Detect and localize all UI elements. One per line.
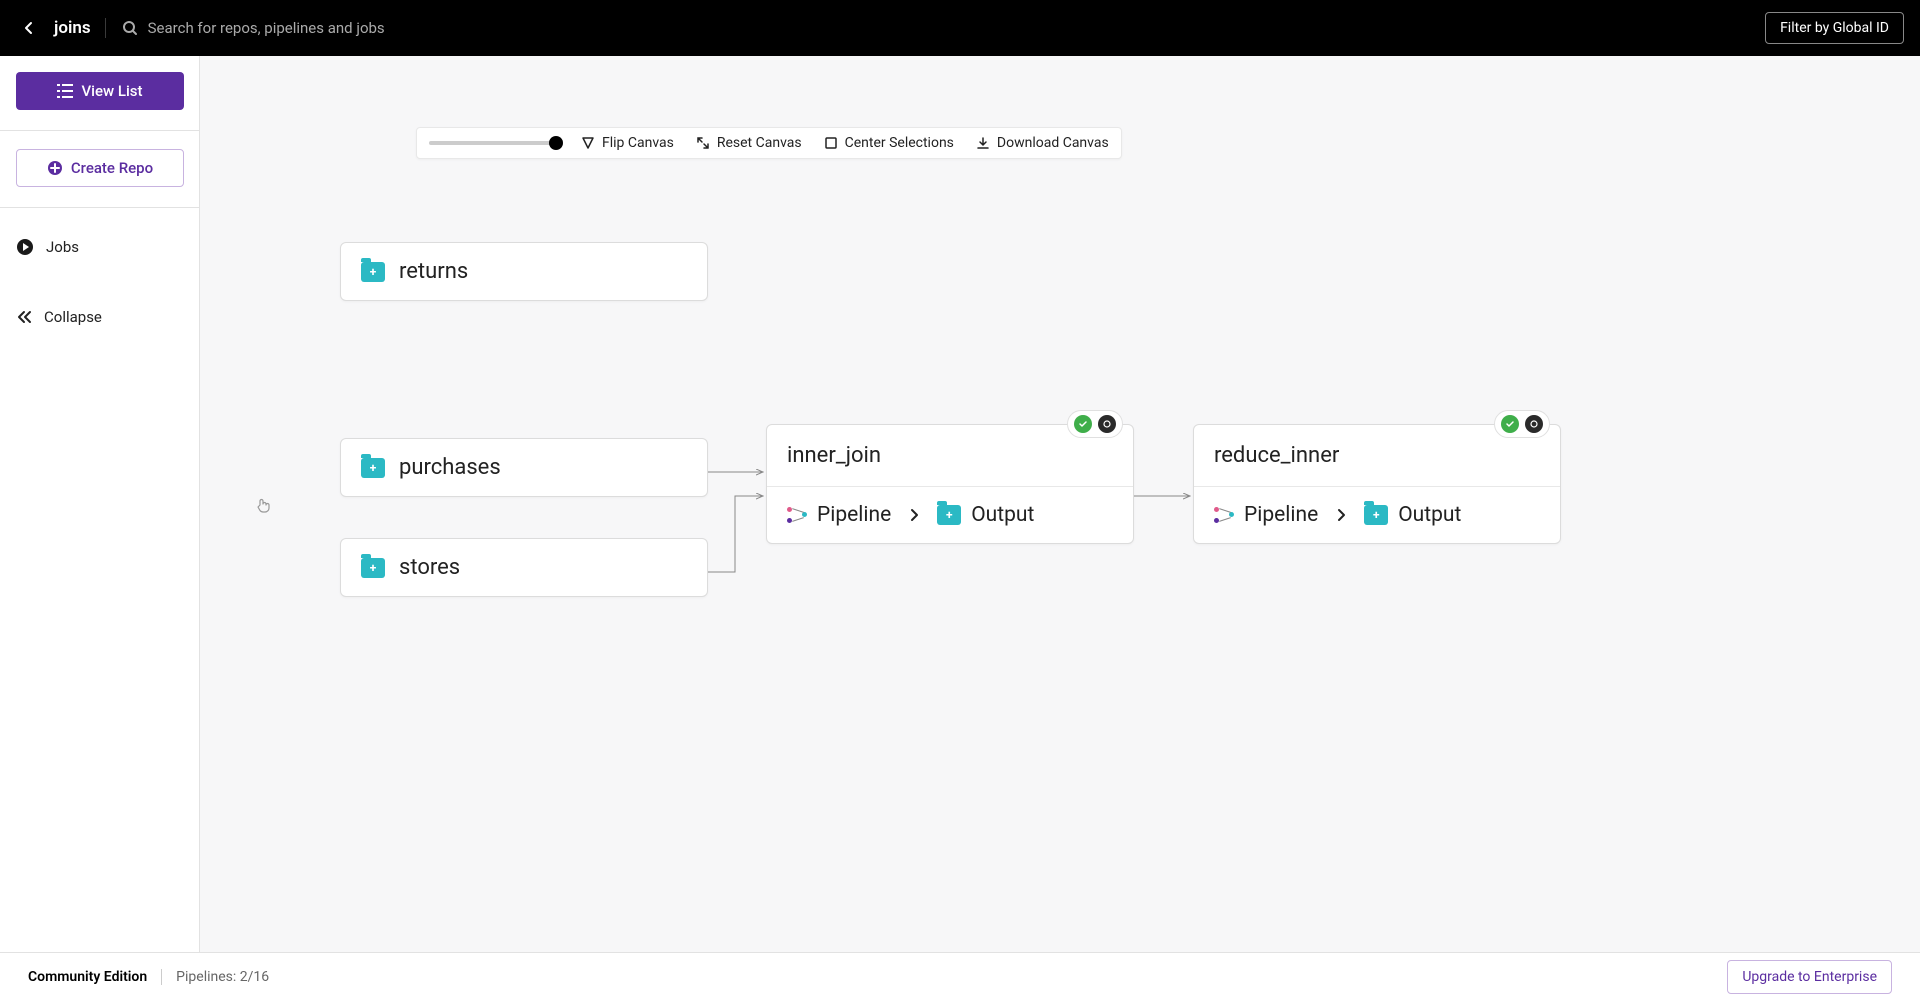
jobs-icon <box>16 238 34 256</box>
canvas-toolbar: Flip Canvas Reset Canvas Center Selectio… <box>416 127 1122 159</box>
reset-label: Reset Canvas <box>717 135 802 151</box>
download-icon <box>976 136 990 150</box>
flip-icon <box>581 136 595 150</box>
search-icon <box>122 20 138 36</box>
flip-label: Flip Canvas <box>602 135 674 151</box>
center-label: Center Selections <box>845 135 954 151</box>
node-status-badges <box>1494 410 1550 438</box>
filter-global-id-button[interactable]: Filter by Global ID <box>1765 12 1904 44</box>
search-input[interactable] <box>148 19 548 37</box>
status-info-icon <box>1098 415 1116 433</box>
pipelines-count: Pipelines: 2/16 <box>176 969 269 985</box>
center-icon <box>824 136 838 150</box>
node-status-badges <box>1067 410 1123 438</box>
pipeline-icon <box>1214 507 1234 523</box>
pipeline-body: Pipeline + Output <box>767 487 1133 543</box>
folder-icon: + <box>361 558 385 578</box>
repo-title: stores <box>399 555 460 580</box>
repo-node-purchases[interactable]: + purchases <box>340 438 708 497</box>
reset-icon <box>696 136 710 150</box>
create-repo-label: Create Repo <box>71 159 153 177</box>
jobs-label: Jobs <box>46 238 79 256</box>
view-list-button[interactable]: View List <box>16 72 184 110</box>
view-list-label: View List <box>81 82 142 100</box>
chevrons-left-icon <box>16 310 32 324</box>
cursor-hand-icon <box>255 496 273 519</box>
folder-icon: + <box>1364 505 1388 525</box>
top-header: joins Filter by Global ID <box>0 0 1920 56</box>
folder-icon: + <box>361 262 385 282</box>
status-success-icon <box>1074 415 1092 433</box>
create-repo-button[interactable]: Create Repo <box>16 149 184 187</box>
output-label[interactable]: Output <box>971 503 1034 527</box>
repo-node-returns[interactable]: + returns <box>340 242 708 301</box>
plus-circle-icon <box>47 160 63 176</box>
status-info-icon <box>1525 415 1543 433</box>
sidebar-item-jobs[interactable]: Jobs <box>16 234 183 260</box>
footer-bar: Community Edition Pipelines: 2/16 Upgrad… <box>0 952 1920 1000</box>
list-icon <box>57 84 73 98</box>
canvas-area[interactable]: Flip Canvas Reset Canvas Center Selectio… <box>200 56 1920 952</box>
chevron-right-icon <box>909 508 919 522</box>
search-container <box>122 19 548 37</box>
pipeline-node-inner-join[interactable]: inner_join Pipeline + Output <box>766 424 1134 544</box>
pipeline-icon <box>787 507 807 523</box>
page-title: joins <box>54 18 106 38</box>
chevron-right-icon <box>1336 508 1346 522</box>
sidebar: View List Create Repo Jobs Collapse <box>0 56 200 952</box>
zoom-slider-handle[interactable] <box>549 136 563 150</box>
center-selections-button[interactable]: Center Selections <box>824 135 954 151</box>
repo-title: purchases <box>399 455 501 480</box>
sidebar-divider-2 <box>0 207 199 208</box>
pipeline-label[interactable]: Pipeline <box>817 503 891 527</box>
edition-label: Community Edition <box>28 969 162 985</box>
collapse-label: Collapse <box>44 308 102 326</box>
zoom-slider[interactable] <box>429 141 559 145</box>
sidebar-collapse-button[interactable]: Collapse <box>16 304 183 330</box>
back-button[interactable] <box>16 15 42 41</box>
upgrade-button[interactable]: Upgrade to Enterprise <box>1727 960 1892 994</box>
pipeline-body: Pipeline + Output <box>1194 487 1560 543</box>
header-right: Filter by Global ID <box>1765 12 1904 44</box>
pipeline-node-reduce-inner[interactable]: reduce_inner Pipeline + Output <box>1193 424 1561 544</box>
reset-canvas-button[interactable]: Reset Canvas <box>696 135 802 151</box>
repo-node-stores[interactable]: + stores <box>340 538 708 597</box>
sidebar-divider <box>0 130 199 131</box>
header-left: joins <box>16 15 548 41</box>
repo-title: returns <box>399 259 468 284</box>
arrow-left-icon <box>21 20 37 36</box>
download-canvas-button[interactable]: Download Canvas <box>976 135 1109 151</box>
folder-icon: + <box>361 458 385 478</box>
status-success-icon <box>1501 415 1519 433</box>
download-label: Download Canvas <box>997 135 1109 151</box>
output-label[interactable]: Output <box>1398 503 1461 527</box>
folder-icon: + <box>937 505 961 525</box>
flip-canvas-button[interactable]: Flip Canvas <box>581 135 674 151</box>
pipeline-label[interactable]: Pipeline <box>1244 503 1318 527</box>
